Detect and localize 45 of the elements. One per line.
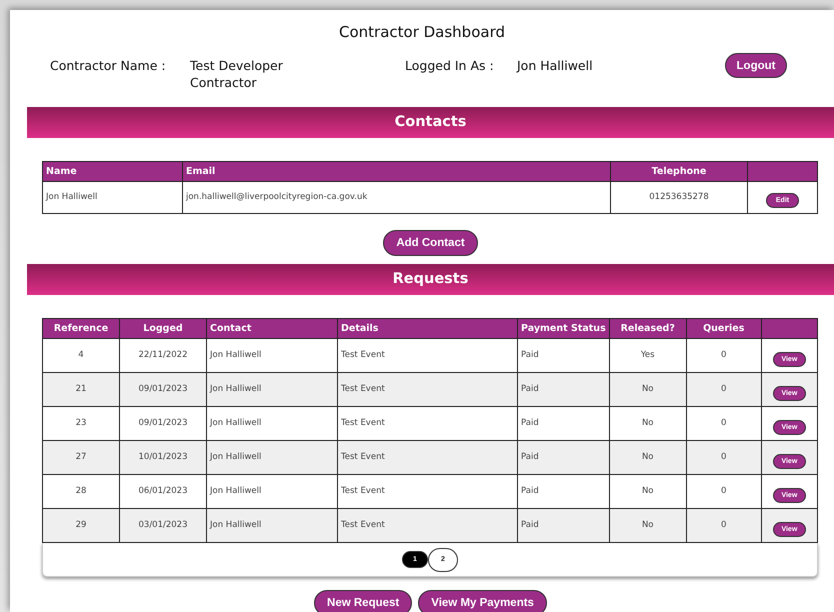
logout-button[interactable]: Logout bbox=[725, 53, 787, 78]
table-cell: Test Event bbox=[338, 440, 518, 474]
table-cell: No bbox=[609, 372, 686, 406]
column-header: Details bbox=[338, 318, 518, 338]
action-button[interactable]: New Request bbox=[314, 590, 412, 612]
column-header: Queries bbox=[686, 318, 762, 338]
table-cell: Paid bbox=[518, 372, 610, 406]
column-header: Logged bbox=[120, 318, 206, 338]
column-header: Email bbox=[182, 162, 610, 182]
table-cell: 10/01/2023 bbox=[120, 440, 206, 474]
section-heading: Contacts bbox=[27, 107, 834, 138]
table-cell: 29 bbox=[42, 508, 120, 542]
table-cell: Jon Halliwell bbox=[206, 508, 338, 542]
table-cell: jon.halliwell@liverpoolcityregion-ca.gov.uk bbox=[182, 182, 610, 214]
table-cell: Test Event bbox=[338, 372, 518, 406]
logged-in-user: Jon Halliwell bbox=[517, 57, 594, 74]
table-cell: 27 bbox=[42, 440, 120, 474]
table-cell: Jon Halliwell bbox=[42, 182, 182, 214]
table-cell: No bbox=[609, 508, 686, 542]
action-button[interactable]: View My Payments bbox=[418, 590, 547, 612]
logged-in-label: Logged In As : bbox=[405, 57, 495, 74]
table-cell: Test Event bbox=[338, 508, 518, 542]
table-cell: 03/01/2023 bbox=[120, 508, 206, 542]
table-cell: 09/01/2023 bbox=[120, 372, 206, 406]
column-header: Reference bbox=[42, 318, 120, 338]
column-header: Released? bbox=[609, 318, 686, 338]
table-cell: Jon Halliwell bbox=[206, 372, 338, 406]
table-cell: Paid bbox=[518, 440, 610, 474]
table-cell: Paid bbox=[518, 508, 610, 542]
table-cell: 0 bbox=[686, 440, 762, 474]
table-cell: Jon Halliwell bbox=[206, 440, 338, 474]
column-header: Contact bbox=[206, 318, 338, 338]
column-header: Telephone bbox=[610, 162, 748, 182]
table-cell: 21 bbox=[42, 372, 120, 406]
contractor-name: Test Developer Contractor bbox=[190, 57, 284, 91]
table-cell: 0 bbox=[686, 372, 762, 406]
add-contact-button[interactable]: Add Contact bbox=[383, 230, 478, 256]
table-cell: No bbox=[609, 440, 686, 474]
contractor-label: Contractor Name : bbox=[50, 57, 167, 74]
column-header: Payment Status bbox=[518, 318, 610, 338]
table-cell: 01253635278 bbox=[610, 182, 748, 214]
column-header: Name bbox=[42, 162, 182, 182]
page-title: Contractor Dashboard bbox=[338, 22, 506, 43]
section-heading: Requests bbox=[27, 264, 834, 295]
table-cell: 0 bbox=[686, 508, 762, 542]
